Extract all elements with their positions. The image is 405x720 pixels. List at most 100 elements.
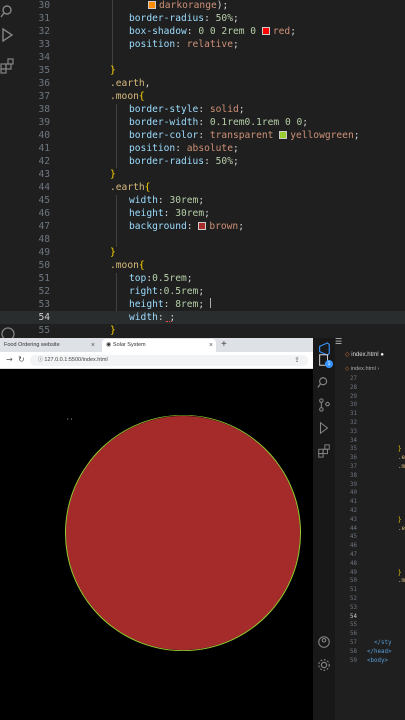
code-line[interactable]: 52 right:0.5rem; — [0, 285, 405, 298]
code-token: 8rem — [175, 299, 199, 310]
run-debug-icon[interactable] — [317, 421, 331, 435]
code-token: ; — [204, 208, 210, 219]
code-line[interactable]: 42 border-radius: 50%; — [0, 155, 405, 168]
code-token: ; — [238, 104, 245, 115]
code-text: position: relative; — [129, 38, 239, 51]
line-number: 48 — [350, 560, 357, 567]
code-editor-right[interactable]: 1 ☰ ◇ index.html ● ◇ index.html › 27 28 29… — [313, 338, 405, 720]
code-line[interactable]: 41 position: absolute; — [0, 142, 405, 155]
code-token: : — [163, 208, 176, 219]
code-line[interactable]: 47 background: brown; — [0, 220, 405, 233]
line-number: 28 — [350, 384, 357, 391]
code-text: height: 8rem; — [129, 298, 204, 311]
code-token: , — [144, 78, 151, 89]
menu-icon[interactable]: ☰ — [335, 338, 342, 346]
notification-badge: 1 — [325, 360, 333, 368]
code-line[interactable]: 54 width: ; — [0, 311, 405, 324]
search-icon[interactable] — [317, 376, 331, 390]
browser-window: Food Ordering website × ◉ Solar System ×… — [0, 338, 313, 720]
code-text: .earth{ — [110, 181, 150, 194]
editor-tab-index-html[interactable]: ◇ index.html ● — [341, 348, 405, 363]
code-line[interactable]: 55} — [0, 324, 405, 337]
tab-food-ordering[interactable]: Food Ordering website × — [0, 339, 98, 352]
breadcrumb[interactable]: ◇ index.html › — [341, 364, 405, 374]
code-line[interactable]: 37 .moon{ — [0, 90, 405, 103]
code-line[interactable]: 31 border-radius: 50%; — [0, 12, 405, 25]
code-token: : — [204, 13, 216, 24]
color-swatch[interactable] — [279, 131, 288, 139]
code-editor-top[interactable]: 30 darkorange); 31 border-radius: 50%; 32 box… — [0, 0, 405, 338]
line-number: 42 — [350, 508, 357, 514]
chevron-right-icon: › — [377, 366, 380, 372]
line-number: 55 — [38, 325, 50, 336]
address-bar[interactable]: ⓘ 127.0.0.1:5500/index.html ⇪ — [30, 355, 308, 366]
line-number: 50 — [38, 260, 50, 271]
code-line[interactable]: 50 .moon{ — [0, 259, 405, 272]
code-token: solid — [209, 104, 239, 115]
line-number: 44 — [350, 525, 357, 532]
color-swatch[interactable] — [198, 222, 207, 230]
code-token: box-shadow — [129, 26, 187, 37]
tab-label: Food Ordering website — [4, 342, 60, 348]
browser-toolbar: → ↻ ⓘ 127.0.0.1:5500/index.html ⇪ — [0, 352, 313, 369]
line-number: 48 — [38, 234, 50, 245]
code-line[interactable]: 30 darkorange); — [0, 0, 405, 12]
code-text: border-radius: 50%; — [129, 12, 239, 25]
code-token: } — [110, 65, 116, 76]
extensions-icon[interactable] — [317, 444, 331, 458]
line-number: 36 — [38, 78, 50, 89]
code-line[interactable]: 34 — [0, 51, 405, 64]
code-text: border-color: transparent yellowgreen; — [129, 129, 360, 142]
forward-arrow-icon[interactable]: → — [6, 355, 13, 365]
code-token: ; — [232, 156, 239, 167]
reload-icon[interactable]: ↻ — [18, 355, 25, 365]
close-tab-icon[interactable]: × — [91, 339, 95, 352]
close-tab-icon[interactable]: × — [209, 339, 213, 352]
code-token: darkorange — [159, 0, 217, 11]
unsaved-dot-icon[interactable]: ● — [380, 352, 384, 358]
line-number: 33 — [350, 428, 357, 435]
code-token: width — [129, 195, 158, 206]
line-number: 55 — [350, 622, 357, 629]
code-line[interactable]: 53 height: 8rem; — [0, 298, 405, 311]
source-control-icon[interactable] — [317, 398, 331, 412]
code-line[interactable]: 38 border-style: solid; — [0, 103, 405, 116]
code-text: <body> — [367, 657, 388, 664]
code-text: .m — [398, 464, 405, 470]
code-line[interactable]: 48 — [0, 233, 405, 246]
code-token: border-radius — [129, 156, 205, 167]
gear-icon[interactable] — [317, 658, 331, 672]
line-number: 43 — [350, 516, 357, 523]
line-number: 30 — [38, 0, 50, 11]
code-line[interactable]: 49} — [0, 246, 405, 259]
line-number: 39 — [38, 117, 50, 128]
code-line[interactable]: 39 border-width: 0.1rem0.1rem 0 0; — [0, 116, 405, 129]
code-line[interactable]: 35} — [0, 64, 405, 77]
tab-label: index.html — [351, 352, 379, 358]
code-text: } — [398, 569, 402, 576]
code-line[interactable]: 51 top:0.5rem; — [0, 272, 405, 285]
code-token: : — [175, 143, 187, 154]
tab-solar-system[interactable]: ◉ Solar System × — [102, 339, 216, 352]
color-swatch[interactable] — [261, 27, 270, 35]
code-line[interactable]: 32 box-shadow: 0 0 2rem 0 red; — [0, 25, 405, 38]
share-icon[interactable]: ⇪ — [294, 355, 300, 366]
code-line[interactable]: 43} — [0, 168, 405, 181]
code-line[interactable]: 33 position: relative; — [0, 38, 405, 51]
code-token: border-radius — [129, 13, 205, 24]
new-tab-button[interactable]: + — [221, 338, 227, 352]
line-number: 53 — [350, 604, 357, 611]
line-number: 35 — [38, 65, 50, 76]
code-text: .earth, — [110, 77, 150, 90]
code-line[interactable]: 36 .earth, — [0, 77, 405, 90]
code-token: .moon — [110, 91, 139, 102]
code-text: } — [398, 516, 402, 523]
code-line[interactable]: 46 height: 30rem; — [0, 207, 405, 220]
code-line[interactable]: 40 border-color: transparent yellowgreen; — [0, 129, 405, 142]
code-line[interactable]: 44 .earth{ — [0, 181, 405, 194]
line-number: 37 — [38, 91, 50, 102]
code-line[interactable]: 45 width: 30rem; — [0, 194, 405, 207]
color-swatch[interactable] — [148, 1, 156, 9]
code-token: : — [163, 299, 176, 310]
account-icon[interactable] — [317, 635, 331, 649]
